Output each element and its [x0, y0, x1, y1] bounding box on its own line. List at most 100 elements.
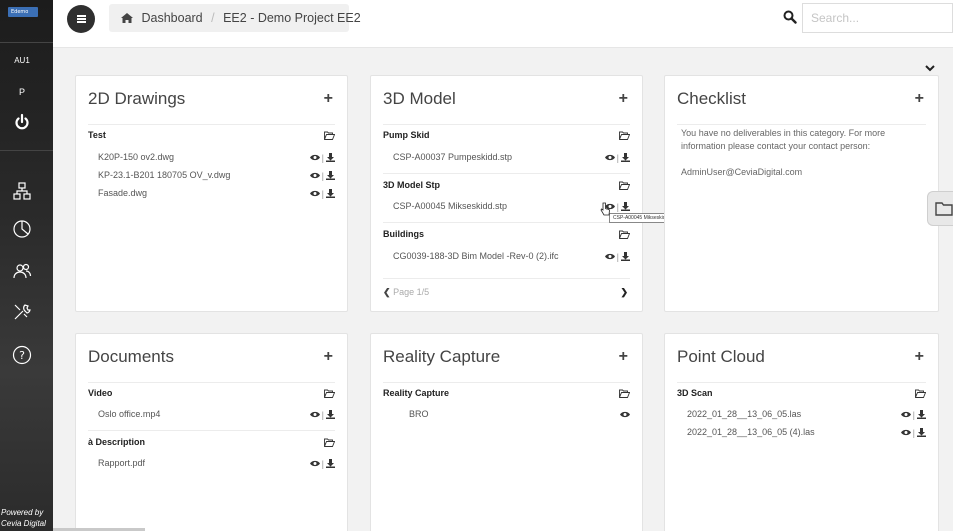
eye-icon[interactable]: [309, 460, 320, 467]
row-divider: [383, 222, 630, 223]
contact-email[interactable]: AdminUser@CeviaDigital.com: [681, 166, 922, 179]
add-button[interactable]: +: [324, 91, 333, 107]
menu-toggle-button[interactable]: [67, 5, 95, 33]
user-avatar[interactable]: AU1: [0, 56, 44, 65]
folder-open-icon[interactable]: [915, 389, 926, 398]
folder-open-icon[interactable]: [619, 230, 630, 239]
category-name: Pump Skid: [383, 130, 430, 140]
category-row[interactable]: Video: [88, 388, 335, 404]
folder-open-icon[interactable]: [619, 131, 630, 140]
eye-icon[interactable]: [604, 253, 615, 260]
users-icon[interactable]: [12, 261, 32, 281]
breadcrumb-dashboard[interactable]: Dashboard: [141, 11, 202, 25]
download-icon[interactable]: [917, 410, 926, 420]
file-name[interactable]: Fasade.dwg: [98, 188, 147, 198]
add-button[interactable]: +: [619, 349, 628, 365]
project-initial[interactable]: P: [0, 87, 44, 97]
search-icon[interactable]: [783, 10, 797, 24]
card-title: Checklist: [677, 89, 746, 108]
file-name[interactable]: Rapport.pdf: [98, 458, 145, 468]
folder-open-icon[interactable]: [324, 438, 335, 447]
add-button[interactable]: +: [915, 91, 924, 107]
file-name[interactable]: CG0039-188-3D Bim Model -Rev-0 (2).ifc: [393, 251, 559, 261]
eye-icon[interactable]: [620, 411, 630, 418]
download-icon[interactable]: [621, 153, 630, 163]
download-icon[interactable]: [326, 171, 335, 181]
folder-open-icon[interactable]: [324, 131, 335, 140]
download-icon[interactable]: [326, 153, 335, 163]
eye-icon[interactable]: [309, 411, 320, 418]
category-row[interactable]: Reality Capture: [383, 388, 630, 404]
file-row: Rapport.pdf |: [98, 458, 335, 472]
card-point-cloud: Point Cloud + 3D Scan 2022_01_28__13_06_…: [664, 333, 939, 531]
next-page-icon[interactable]: ❯: [620, 287, 628, 298]
card-title: Reality Capture: [383, 347, 501, 366]
add-button[interactable]: +: [619, 91, 628, 107]
file-row: 2022_01_28__13_06_05 (4).las |: [687, 427, 926, 441]
category-row[interactable]: à Description: [88, 437, 335, 453]
eye-icon[interactable]: [309, 190, 320, 197]
folder-open-icon[interactable]: [619, 389, 630, 398]
category-name: à Description: [88, 437, 146, 447]
eye-icon[interactable]: [900, 411, 911, 418]
file-name[interactable]: CSP-A00045 Mikseskidd.stp: [393, 201, 507, 211]
sidebar: Edemo AU1 P ? Powered by Cevia Digital: [0, 0, 53, 531]
file-name[interactable]: BRO: [409, 409, 429, 419]
card-divider: [383, 382, 630, 383]
folder-open-icon[interactable]: [619, 181, 630, 190]
card-divider: [677, 382, 926, 383]
tools-icon[interactable]: [12, 302, 32, 322]
category-row[interactable]: 3D Model Stp: [383, 180, 630, 196]
card-documents: Documents + Video Oslo office.mp4 | à De…: [75, 333, 348, 531]
breadcrumb-project: EE2 - Demo Project EE2: [223, 11, 361, 25]
folder-open-icon[interactable]: [324, 389, 335, 398]
add-button[interactable]: +: [915, 349, 924, 365]
card-divider: [383, 124, 630, 125]
card-reality-capture: Reality Capture + Reality Capture BRO: [370, 333, 643, 531]
eye-icon[interactable]: [604, 154, 615, 161]
card-divider: [677, 124, 926, 125]
category-row[interactable]: Buildings: [383, 229, 630, 245]
category-row[interactable]: 3D Scan: [677, 388, 926, 404]
card-title: 3D Model: [383, 89, 456, 108]
download-icon[interactable]: [326, 459, 335, 469]
category-name: Reality Capture: [383, 388, 450, 398]
download-icon[interactable]: [326, 410, 335, 420]
chevron-down-icon[interactable]: [924, 62, 936, 74]
file-name[interactable]: CSP-A00037 Pumpeskidd.stp: [393, 152, 512, 162]
empty-message: You have no deliverables in this categor…: [681, 128, 886, 151]
file-name[interactable]: 2022_01_28__13_06_05 (4).las: [687, 427, 815, 437]
power-icon[interactable]: [12, 112, 32, 132]
download-icon[interactable]: [621, 202, 630, 212]
file-name[interactable]: Oslo office.mp4: [98, 409, 160, 419]
category-name: 3D Model Stp: [383, 180, 441, 190]
search-input[interactable]: [802, 3, 953, 33]
breadcrumb: Dashboard / EE2 - Demo Project EE2: [109, 4, 361, 32]
eye-icon[interactable]: [900, 429, 911, 436]
download-icon[interactable]: [326, 189, 335, 199]
card-2d-drawings: 2D Drawings + Test K20P-150 ov2.dwg | KP…: [75, 75, 348, 312]
prev-page-icon[interactable]: ❮: [383, 287, 391, 297]
download-icon[interactable]: [621, 252, 630, 262]
folder-panel-toggle[interactable]: [927, 191, 953, 226]
eye-icon[interactable]: [309, 172, 320, 179]
add-button[interactable]: +: [324, 349, 333, 365]
category-row[interactable]: Test: [88, 130, 335, 146]
file-row: CG0039-188-3D Bim Model -Rev-0 (2).ifc |: [393, 251, 630, 265]
powered-by-company: Cevia Digital: [1, 519, 46, 528]
file-name[interactable]: 2022_01_28__13_06_05.las: [687, 409, 801, 419]
eye-icon[interactable]: [309, 154, 320, 161]
row-divider: [383, 173, 630, 174]
sitemap-icon[interactable]: [12, 181, 32, 201]
file-name[interactable]: KP-23.1-B201 180705 OV_v.dwg: [98, 170, 230, 180]
file-row: CSP-A00037 Pumpeskidd.stp |: [393, 152, 630, 166]
powered-by: Powered by Cevia Digital: [1, 507, 46, 529]
app-logo[interactable]: Edemo: [8, 7, 38, 17]
file-name[interactable]: K20P-150 ov2.dwg: [98, 152, 174, 162]
download-icon[interactable]: [917, 428, 926, 438]
home-icon: [121, 13, 133, 23]
category-name: Video: [88, 388, 113, 398]
pie-chart-icon[interactable]: [12, 219, 32, 239]
help-icon[interactable]: ?: [12, 345, 32, 365]
category-row[interactable]: Pump Skid: [383, 130, 630, 146]
